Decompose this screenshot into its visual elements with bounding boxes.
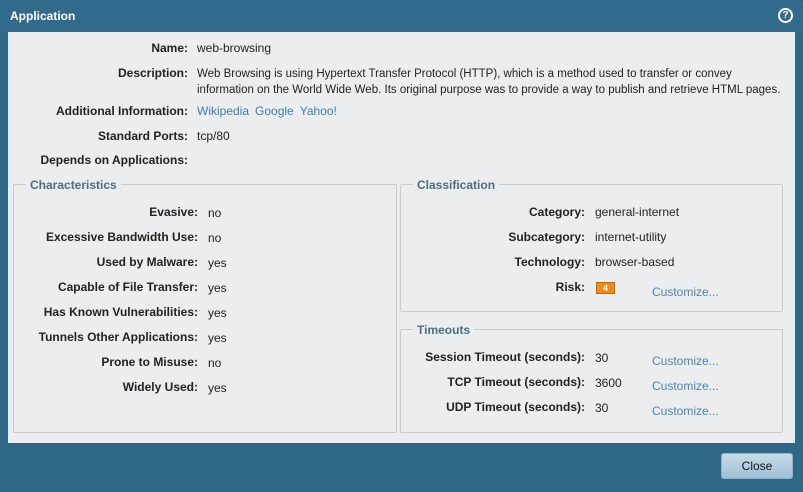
timeout-label: UDP Timeout (seconds): bbox=[446, 400, 585, 414]
characteristic-label: Prone to Misuse: bbox=[101, 355, 198, 369]
title-bar: Application ? bbox=[0, 0, 803, 32]
standard-ports-value: tcp/80 bbox=[197, 129, 230, 143]
characteristic-value: yes bbox=[208, 306, 227, 320]
timeout-label: Session Timeout (seconds): bbox=[425, 350, 585, 364]
characteristic-value: no bbox=[208, 206, 222, 220]
characteristic-label: Widely Used: bbox=[122, 380, 198, 394]
characteristics-panel: Characteristics Evasive: no Excessive Band… bbox=[13, 177, 397, 433]
timeout-value: 30 bbox=[595, 351, 609, 365]
dialog-footer bbox=[0, 443, 803, 492]
timeouts-panel: Timeouts Session Timeout (seconds): 30 Cus… bbox=[400, 322, 783, 433]
characteristic-label: Has Known Vulnerabilities: bbox=[43, 305, 198, 319]
category-value: general-internet bbox=[595, 205, 680, 219]
classification-panel: Classification Category: general-interne… bbox=[400, 177, 783, 312]
risk-customize-link[interactable]: Customize... bbox=[652, 285, 719, 299]
technology-label: Technology: bbox=[514, 255, 585, 269]
characteristic-value: yes bbox=[208, 281, 227, 295]
subcategory-label: Subcategory: bbox=[508, 230, 585, 244]
timeouts-title: Timeouts bbox=[413, 322, 475, 338]
technology-value: browser-based bbox=[595, 255, 675, 269]
risk-badge: 4 bbox=[596, 282, 615, 294]
characteristic-label: Excessive Bandwidth Use: bbox=[45, 230, 198, 244]
description-label: Description: bbox=[117, 66, 188, 80]
description-value: Web Browsing is using Hypertext Transfer… bbox=[197, 68, 781, 96]
name-value: web-browsing bbox=[197, 41, 272, 55]
subcategory-value: internet-utility bbox=[595, 230, 667, 244]
timeout-customize-link[interactable]: Customize... bbox=[652, 404, 719, 418]
timeout-value: 3600 bbox=[595, 376, 622, 390]
characteristic-label: Used by Malware: bbox=[96, 255, 198, 269]
depends-label: Depends on Applications: bbox=[40, 153, 188, 167]
close-button[interactable]: Close bbox=[721, 453, 793, 479]
yahoo-link[interactable]: Yahoo! bbox=[300, 104, 337, 118]
dialog-title: Application bbox=[10, 9, 76, 23]
timeout-value: 30 bbox=[595, 401, 609, 415]
category-label: Category: bbox=[528, 205, 585, 219]
classification-title: Classification bbox=[413, 177, 500, 193]
standard-ports-label: Standard Ports: bbox=[97, 129, 188, 143]
characteristic-label: Evasive: bbox=[149, 205, 198, 219]
timeout-customize-link[interactable]: Customize... bbox=[652, 354, 719, 368]
additional-info-label: Additional Information: bbox=[56, 104, 188, 118]
characteristic-value: yes bbox=[208, 256, 227, 270]
name-label: Name: bbox=[151, 41, 188, 55]
characteristic-value: yes bbox=[208, 331, 227, 345]
dialog-content: Name: web-browsing Description: Web Brow… bbox=[8, 32, 795, 443]
characteristic-value: no bbox=[208, 356, 222, 370]
characteristic-label: Capable of File Transfer: bbox=[57, 280, 198, 294]
characteristic-value: no bbox=[208, 231, 222, 245]
help-icon[interactable]: ? bbox=[778, 8, 793, 23]
risk-label: Risk: bbox=[555, 280, 585, 294]
characteristic-label: Tunnels Other Applications: bbox=[38, 330, 198, 344]
wikipedia-link[interactable]: Wikipedia bbox=[197, 104, 249, 118]
google-link[interactable]: Google bbox=[255, 104, 294, 118]
characteristic-value: yes bbox=[208, 381, 227, 395]
timeout-customize-link[interactable]: Customize... bbox=[652, 379, 719, 393]
characteristics-title: Characteristics bbox=[26, 177, 121, 193]
additional-info-links: Wikipedia Google Yahoo! bbox=[197, 104, 343, 118]
timeout-label: TCP Timeout (seconds): bbox=[447, 375, 585, 389]
